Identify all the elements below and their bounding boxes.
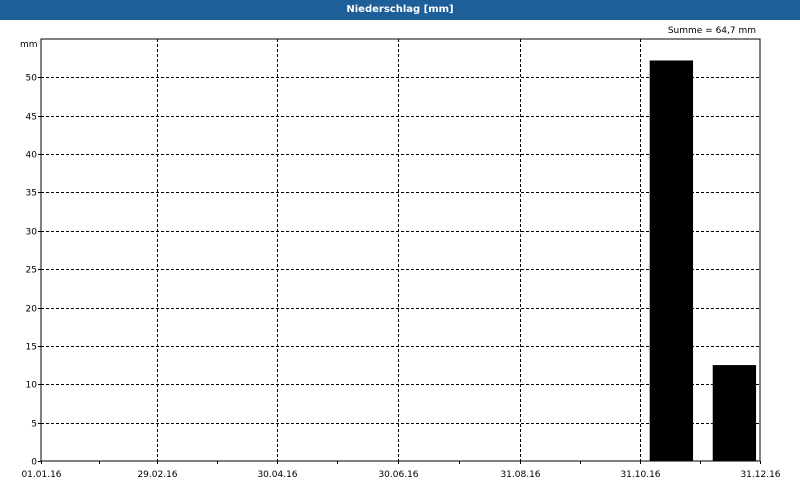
x-tick-label: 01.01.16 [21, 470, 61, 480]
y-tick-label: 10 [26, 381, 38, 391]
y-tick-label: 20 [26, 305, 38, 315]
x-tick-label: 29.02.16 [137, 470, 177, 480]
x-tick-label: 31.08.16 [500, 470, 540, 480]
precipitation-bar [649, 60, 694, 461]
y-tick-label: 30 [26, 228, 38, 238]
precipitation-bar [712, 365, 757, 461]
x-tick-label: 30.04.16 [257, 470, 297, 480]
precipitation-chart: 0 5 10 15 20 25 30 35 40 45 50 01.01.16 29.02.16 30.0… [21, 38, 781, 480]
y-tick-label: 50 [26, 74, 38, 84]
y-tick-label: 25 [26, 266, 37, 276]
y-tick-label: 45 [26, 113, 37, 123]
x-tick-label: 31.12.16 [740, 470, 780, 480]
x-tick-label: 30.06.16 [378, 470, 418, 480]
x-tick-label: 31.10.16 [620, 470, 660, 480]
y-tick-label: 0 [31, 458, 37, 468]
y-tick-label: 5 [31, 420, 37, 430]
y-tick-label: 35 [26, 189, 37, 199]
bar-series [649, 60, 757, 461]
y-tick-label: 40 [26, 151, 38, 161]
y-tick-label: 15 [26, 343, 37, 353]
